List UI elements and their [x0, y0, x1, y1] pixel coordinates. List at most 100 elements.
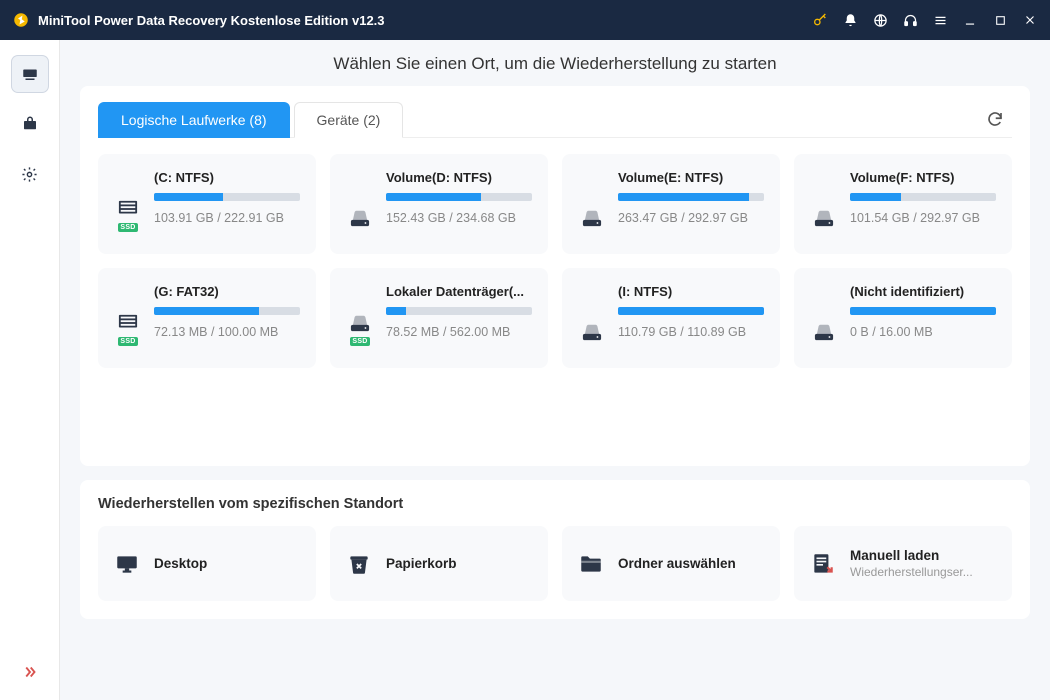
refresh-icon[interactable]	[986, 110, 1006, 130]
location-text: Papierkorb	[386, 556, 457, 571]
location-card[interactable]: Ordner auswählen	[562, 526, 780, 601]
drive-card[interactable]: (I: NTFS) 110.79 GB / 110.89 GB	[562, 268, 780, 368]
drive-size: 103.91 GB / 222.91 GB	[154, 211, 300, 225]
drive-icon-column	[346, 170, 374, 236]
sidebar-item-recovery[interactable]	[12, 56, 48, 92]
drive-card[interactable]: SSD (C: NTFS) 103.91 GB / 222.91 GB	[98, 154, 316, 254]
location-title: Desktop	[154, 556, 207, 571]
tab-devices[interactable]: Geräte (2)	[294, 102, 404, 138]
drive-icon	[812, 208, 836, 228]
drive-name: Volume(E: NTFS)	[618, 170, 764, 185]
drive-icon-column: SSD	[114, 170, 142, 236]
specific-location-panel: Wiederherstellen vom spezifischen Stando…	[80, 480, 1030, 619]
headphones-icon[interactable]	[902, 12, 918, 28]
titlebar: MiniTool Power Data Recovery Kostenlose …	[0, 0, 1050, 40]
ssd-badge: SSD	[350, 337, 369, 346]
location-grid: Desktop Papierkorb Ordner auswählen Manuell…	[98, 526, 1012, 601]
drive-name: (C: NTFS)	[154, 170, 300, 185]
drive-icon-column	[810, 170, 838, 236]
drive-progress	[850, 193, 996, 201]
drive-grid: SSD (C: NTFS) 103.91 GB / 222.91 GB Volume(…	[98, 154, 1012, 368]
drive-name: Volume(F: NTFS)	[850, 170, 996, 185]
location-text: Desktop	[154, 556, 207, 571]
drive-card[interactable]: SSD Lokaler Datenträger(... 78.52 MB / 562…	[330, 268, 548, 368]
location-card[interactable]: Desktop	[98, 526, 316, 601]
drive-progress	[154, 193, 300, 201]
drive-info: (Nicht identifiziert) 0 B / 16.00 MB	[850, 284, 996, 350]
drive-progress	[154, 307, 300, 315]
drive-card[interactable]: Volume(D: NTFS) 152.43 GB / 234.68 GB	[330, 154, 548, 254]
tabs-row: Logische Laufwerke (8) Geräte (2)	[98, 102, 1012, 138]
key-icon[interactable]	[812, 12, 828, 28]
main-content: Wählen Sie einen Ort, um die Wiederherst…	[60, 40, 1050, 700]
location-icon	[346, 551, 372, 577]
location-icon	[114, 551, 140, 577]
drive-size: 72.13 MB / 100.00 MB	[154, 325, 300, 339]
drive-info: (I: NTFS) 110.79 GB / 110.89 GB	[618, 284, 764, 350]
drive-size: 78.52 MB / 562.00 MB	[386, 325, 532, 339]
drive-icon	[348, 313, 372, 333]
page-heading: Wählen Sie einen Ort, um die Wiederherst…	[60, 40, 1050, 86]
location-subtitle: Wiederherstellungser...	[850, 565, 973, 579]
drive-size: 152.43 GB / 234.68 GB	[386, 211, 532, 225]
drive-info: Lokaler Datenträger(... 78.52 MB / 562.00…	[386, 284, 532, 350]
location-icon	[578, 551, 604, 577]
sidebar-item-settings[interactable]	[12, 156, 48, 192]
drive-size: 110.79 GB / 110.89 GB	[618, 325, 764, 339]
drive-info: Volume(E: NTFS) 263.47 GB / 292.97 GB	[618, 170, 764, 236]
app-logo-icon	[12, 11, 30, 29]
location-icon	[810, 551, 836, 577]
sidebar-item-toolbox[interactable]	[12, 106, 48, 142]
location-title: Papierkorb	[386, 556, 457, 571]
drive-progress	[618, 307, 764, 315]
drive-progress	[386, 193, 532, 201]
drive-name: Volume(D: NTFS)	[386, 170, 532, 185]
drive-icon	[580, 322, 604, 342]
drive-icon	[812, 322, 836, 342]
drive-size: 101.54 GB / 292.97 GB	[850, 211, 996, 225]
drive-name: (I: NTFS)	[618, 284, 764, 299]
maximize-icon[interactable]	[992, 12, 1008, 28]
location-card[interactable]: Manuell laden Wiederherstellungser...	[794, 526, 1012, 601]
specific-location-title: Wiederherstellen vom spezifischen Stando…	[98, 496, 1012, 512]
drive-icon-column	[578, 284, 606, 350]
sidebar	[0, 40, 60, 700]
drive-card[interactable]: Volume(F: NTFS) 101.54 GB / 292.97 GB	[794, 154, 1012, 254]
drive-card[interactable]: (Nicht identifiziert) 0 B / 16.00 MB	[794, 268, 1012, 368]
sidebar-expand-icon[interactable]	[12, 654, 48, 690]
drive-info: (G: FAT32) 72.13 MB / 100.00 MB	[154, 284, 300, 350]
bell-icon[interactable]	[842, 12, 858, 28]
location-title: Manuell laden	[850, 548, 973, 563]
globe-icon[interactable]	[872, 12, 888, 28]
drives-panel: Logische Laufwerke (8) Geräte (2) SSD (C:…	[80, 86, 1030, 466]
menu-icon[interactable]	[932, 12, 948, 28]
drive-info: (C: NTFS) 103.91 GB / 222.91 GB	[154, 170, 300, 236]
tab-logical-drives[interactable]: Logische Laufwerke (8)	[98, 102, 290, 138]
drive-progress	[386, 307, 532, 315]
drive-icon-column	[578, 170, 606, 236]
drive-icon	[116, 313, 140, 333]
drive-card[interactable]: SSD (G: FAT32) 72.13 MB / 100.00 MB	[98, 268, 316, 368]
drive-icon-column: SSD	[346, 284, 374, 350]
drive-name: Lokaler Datenträger(...	[386, 284, 532, 299]
close-icon[interactable]	[1022, 12, 1038, 28]
location-text: Ordner auswählen	[618, 556, 736, 571]
drive-progress	[850, 307, 996, 315]
titlebar-actions	[812, 12, 1038, 28]
drive-card[interactable]: Volume(E: NTFS) 263.47 GB / 292.97 GB	[562, 154, 780, 254]
drive-size: 263.47 GB / 292.97 GB	[618, 211, 764, 225]
location-card[interactable]: Papierkorb	[330, 526, 548, 601]
drive-progress	[618, 193, 764, 201]
ssd-badge: SSD	[118, 337, 137, 346]
app-title: MiniTool Power Data Recovery Kostenlose …	[38, 13, 812, 28]
drive-info: Volume(F: NTFS) 101.54 GB / 292.97 GB	[850, 170, 996, 236]
minimize-icon[interactable]	[962, 12, 978, 28]
drive-icon	[580, 208, 604, 228]
drive-name: (Nicht identifiziert)	[850, 284, 996, 299]
drive-icon-column	[810, 284, 838, 350]
ssd-badge: SSD	[118, 223, 137, 232]
drive-icon-column: SSD	[114, 284, 142, 350]
drive-name: (G: FAT32)	[154, 284, 300, 299]
drive-icon	[348, 208, 372, 228]
drive-size: 0 B / 16.00 MB	[850, 325, 996, 339]
